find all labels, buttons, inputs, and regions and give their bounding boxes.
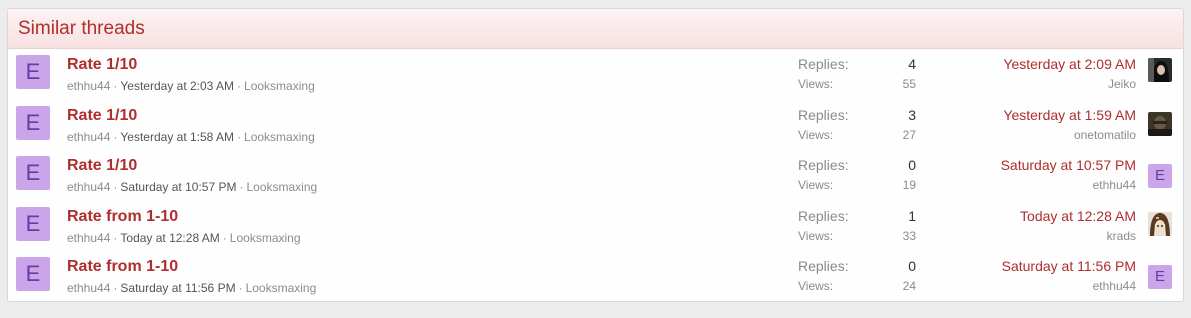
forum-link[interactable]: Looksmaxing (244, 79, 315, 93)
author-avatar[interactable]: E (16, 55, 50, 89)
views-label: Views: (798, 127, 834, 142)
views-count: 19 (902, 178, 916, 193)
thread-title-link[interactable]: Rate 1/10 (67, 56, 137, 74)
replies-label: Replies: (798, 56, 849, 72)
last-poster-avatar[interactable]: E (1148, 265, 1172, 290)
last-post-date-link[interactable]: Saturday at 11:56 PM (1002, 258, 1136, 274)
views-count: 55 (902, 77, 916, 91)
author-link[interactable]: ethhu44 (67, 79, 110, 93)
author-avatar[interactable]: E (16, 156, 50, 191)
last-poster-avatar[interactable] (1148, 111, 1172, 136)
author-link[interactable]: ethhu44 (67, 231, 110, 245)
thread-date[interactable]: Saturday at 11:56 PM (120, 281, 235, 295)
thread-date[interactable]: Yesterday at 2:03 AM (120, 79, 234, 93)
last-poster-link[interactable]: ethhu44 (1093, 279, 1136, 293)
replies-count: 1 (908, 207, 916, 224)
replies-count: 0 (908, 258, 916, 275)
replies-label: Replies: (798, 157, 849, 174)
thread-meta: ethhu44 · Today at 12:28 AM · Looksmaxing (67, 230, 301, 245)
forum-link[interactable]: Looksmaxing (246, 281, 317, 295)
thread-row: E Rate from 1-10 ethhu44 · Today at 12:28 … (8, 201, 1183, 252)
last-poster-avatar[interactable] (1148, 58, 1172, 82)
thread-date[interactable]: Today at 12:28 AM (120, 231, 219, 245)
thread-date[interactable]: Saturday at 10:57 PM (120, 180, 236, 194)
forum-link[interactable]: Looksmaxing (230, 231, 301, 245)
thread-date[interactable]: Yesterday at 1:58 AM (120, 130, 234, 144)
last-post-date-link[interactable]: Yesterday at 1:59 AM (1003, 107, 1136, 123)
author-link[interactable]: ethhu44 (67, 130, 110, 144)
thread-title-link[interactable]: Rate 1/10 (67, 107, 137, 125)
thread-meta: ethhu44 · Yesterday at 2:03 AM · Looksmaxing (67, 79, 315, 93)
author-avatar[interactable]: E (16, 105, 50, 140)
views-label: Views: (798, 77, 834, 91)
views-count: 24 (902, 279, 916, 294)
author-link[interactable]: ethhu44 (67, 281, 110, 295)
views-label: Views: (798, 228, 834, 243)
forum-link[interactable]: Looksmaxing (246, 180, 317, 194)
thread-meta: ethhu44 · Saturday at 11:56 PM · Looksmaxing (67, 281, 317, 296)
last-post-date-link[interactable]: Yesterday at 2:09 AM (1003, 56, 1136, 72)
views-count: 27 (902, 127, 916, 142)
thread-meta: ethhu44 · Yesterday at 1:58 AM · Looksmaxing (67, 129, 315, 144)
last-post-date-link[interactable]: Saturday at 10:57 PM (1001, 157, 1136, 173)
replies-count: 0 (908, 157, 916, 174)
block-title: Similar threads (18, 17, 145, 39)
last-poster-link[interactable]: ethhu44 (1093, 178, 1136, 192)
replies-count: 3 (908, 106, 916, 123)
thread-title-link[interactable]: Rate from 1-10 (67, 258, 178, 276)
author-link[interactable]: ethhu44 (67, 180, 110, 194)
last-poster-avatar[interactable] (1148, 211, 1172, 236)
views-label: Views: (798, 178, 834, 193)
thread-title-link[interactable]: Rate 1/10 (67, 157, 137, 175)
replies-label: Replies: (798, 258, 849, 275)
author-avatar[interactable]: E (16, 206, 50, 241)
last-poster-link[interactable]: onetomatilo (1074, 128, 1136, 142)
thread-meta: ethhu44 · Saturday at 10:57 PM · Looksmaxing (67, 180, 318, 195)
similar-threads-block: Similar threads E Rate 1/10 ethhu44 · Yest… (7, 8, 1184, 302)
replies-count: 4 (908, 56, 916, 72)
block-header: Similar threads (8, 9, 1183, 49)
forum-link[interactable]: Looksmaxing (244, 130, 315, 144)
thread-row: E Rate 1/10 ethhu44 · Saturday at 10:57 PM… (8, 150, 1183, 201)
replies-label: Replies: (798, 106, 849, 123)
last-post-date-link[interactable]: Today at 12:28 AM (1020, 208, 1136, 224)
thread-row: E Rate from 1-10 ethhu44 · Saturday at 11:… (8, 251, 1183, 301)
views-count: 33 (902, 228, 916, 243)
replies-label: Replies: (798, 207, 849, 224)
thread-row: E Rate 1/10 ethhu44 · Yesterday at 1:58 AM… (8, 100, 1183, 151)
last-poster-link[interactable]: Jeiko (1108, 77, 1136, 91)
last-poster-link[interactable]: krads (1107, 229, 1136, 243)
author-avatar[interactable]: E (16, 257, 50, 292)
thread-title-link[interactable]: Rate from 1-10 (67, 208, 178, 226)
views-label: Views: (798, 279, 834, 294)
thread-row: E Rate 1/10 ethhu44 · Yesterday at 2:03 AM… (8, 49, 1183, 100)
last-poster-avatar[interactable]: E (1148, 164, 1172, 189)
